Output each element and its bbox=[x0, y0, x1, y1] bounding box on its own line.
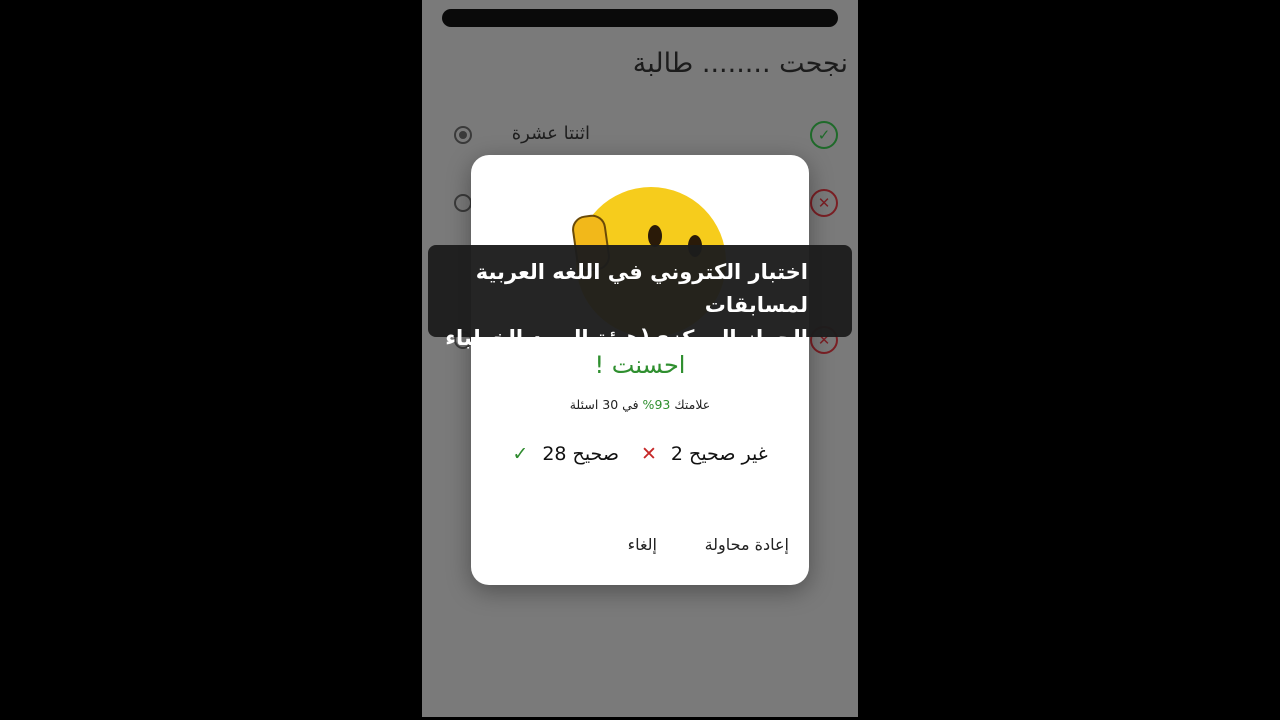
caption-line-2: الجهاز المركزي(هيئة البريد-الخطباء ) bbox=[445, 326, 808, 383]
score-summary: علامتك 93% في 30 اسئلة bbox=[471, 397, 809, 412]
progress-bar bbox=[442, 9, 838, 27]
answer-label: اثنتا عشرة bbox=[511, 123, 590, 144]
score-tally: غير صحيح 2 ✕ صحيح 28 ✓ bbox=[471, 443, 809, 465]
x-icon: ✕ bbox=[640, 443, 657, 465]
x-circle-icon: ✕ bbox=[810, 189, 838, 217]
score-percent: 93% bbox=[642, 397, 671, 412]
check-circle-icon: ✓ bbox=[810, 121, 838, 149]
radio-button-selected[interactable] bbox=[454, 126, 472, 144]
score-prefix: علامتك bbox=[674, 397, 711, 412]
caption-line-1: اختبار الكتروني في اللغه العربية لمسابقا… bbox=[475, 260, 808, 317]
score-suffix: في 30 اسئلة bbox=[569, 397, 639, 412]
wrong-count-label: غير صحيح 2 bbox=[670, 443, 768, 465]
right-count-label: صحيح 28 bbox=[542, 443, 619, 465]
retry-button[interactable]: إعادة محاولة bbox=[705, 535, 789, 554]
answer-option-1[interactable]: اثنتا عشرة ✓ bbox=[422, 115, 858, 155]
wrong-count: غير صحيح 2 ✕ bbox=[641, 443, 768, 465]
question-text: نجحت ........ طالبة bbox=[632, 48, 848, 79]
right-count: صحيح 28 ✓ bbox=[512, 443, 619, 465]
emoji-eye bbox=[648, 225, 662, 247]
cancel-button[interactable]: إلغاء bbox=[628, 535, 657, 554]
radio-button[interactable] bbox=[454, 194, 472, 212]
check-icon: ✓ bbox=[512, 443, 529, 465]
video-caption: اختبار الكتروني في اللغه العربية لمسابقا… bbox=[428, 245, 852, 383]
